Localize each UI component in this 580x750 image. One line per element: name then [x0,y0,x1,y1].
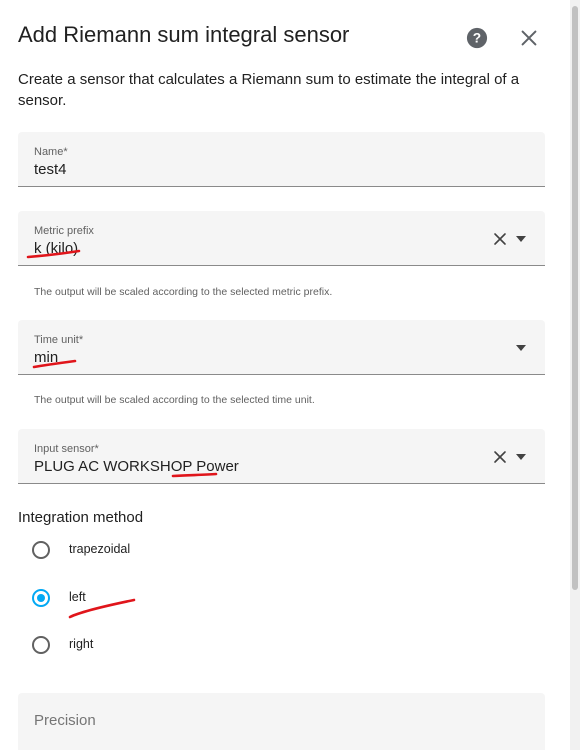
scrollbar-thumb[interactable] [572,6,578,590]
precision-placeholder: Precision [34,712,96,729]
metric-prefix-value: k (kilo) [34,240,79,257]
time-unit-value: min [34,349,59,366]
time-unit-label: Time unit* [34,334,84,346]
radio-label: left [69,590,86,604]
svg-text:?: ? [473,31,481,46]
time-unit-helper: The output will be scaled according to t… [34,394,315,406]
chevron-down-icon[interactable] [515,451,527,463]
radio-label: trapezoidal [69,542,131,556]
name-field[interactable]: Name* test4 [18,132,545,187]
name-label: Name* [34,146,68,158]
integration-method-title: Integration method [18,509,144,526]
radio-button-checked[interactable] [32,589,50,607]
chevron-down-icon[interactable] [515,233,527,245]
input-sensor-select[interactable]: Input sensor* PLUG AC WORKSHOP Power [18,429,545,484]
time-unit-select[interactable]: Time unit* min [18,320,545,375]
help-circle-icon[interactable]: ? [466,27,488,49]
input-sensor-label: Input sensor* [34,443,99,455]
metric-prefix-select[interactable]: Metric prefix k (kilo) [18,211,545,266]
metric-prefix-helper: The output will be scaled according to t… [34,286,333,298]
chevron-down-icon[interactable] [515,342,527,354]
riemann-sum-dialog: Add Riemann sum integral sensor ? Create… [0,0,570,750]
name-value[interactable]: test4 [34,161,67,178]
precision-field[interactable]: Precision [18,693,545,750]
dialog-title: Add Riemann sum integral sensor [18,22,350,47]
radio-trapezoidal[interactable]: trapezoidal [30,539,230,565]
radio-label: right [69,637,94,651]
input-sensor-value: PLUG AC WORKSHOP Power [34,458,239,475]
radio-button[interactable] [32,636,50,654]
radio-button[interactable] [32,541,50,559]
radio-right[interactable]: right [30,634,230,660]
dialog-description: Create a sensor that calculates a Rieman… [18,71,520,109]
radio-left[interactable]: left [30,587,230,613]
clear-icon[interactable] [492,231,508,247]
clear-icon[interactable] [492,449,508,465]
close-icon[interactable] [518,27,540,49]
metric-prefix-label: Metric prefix [34,225,94,237]
